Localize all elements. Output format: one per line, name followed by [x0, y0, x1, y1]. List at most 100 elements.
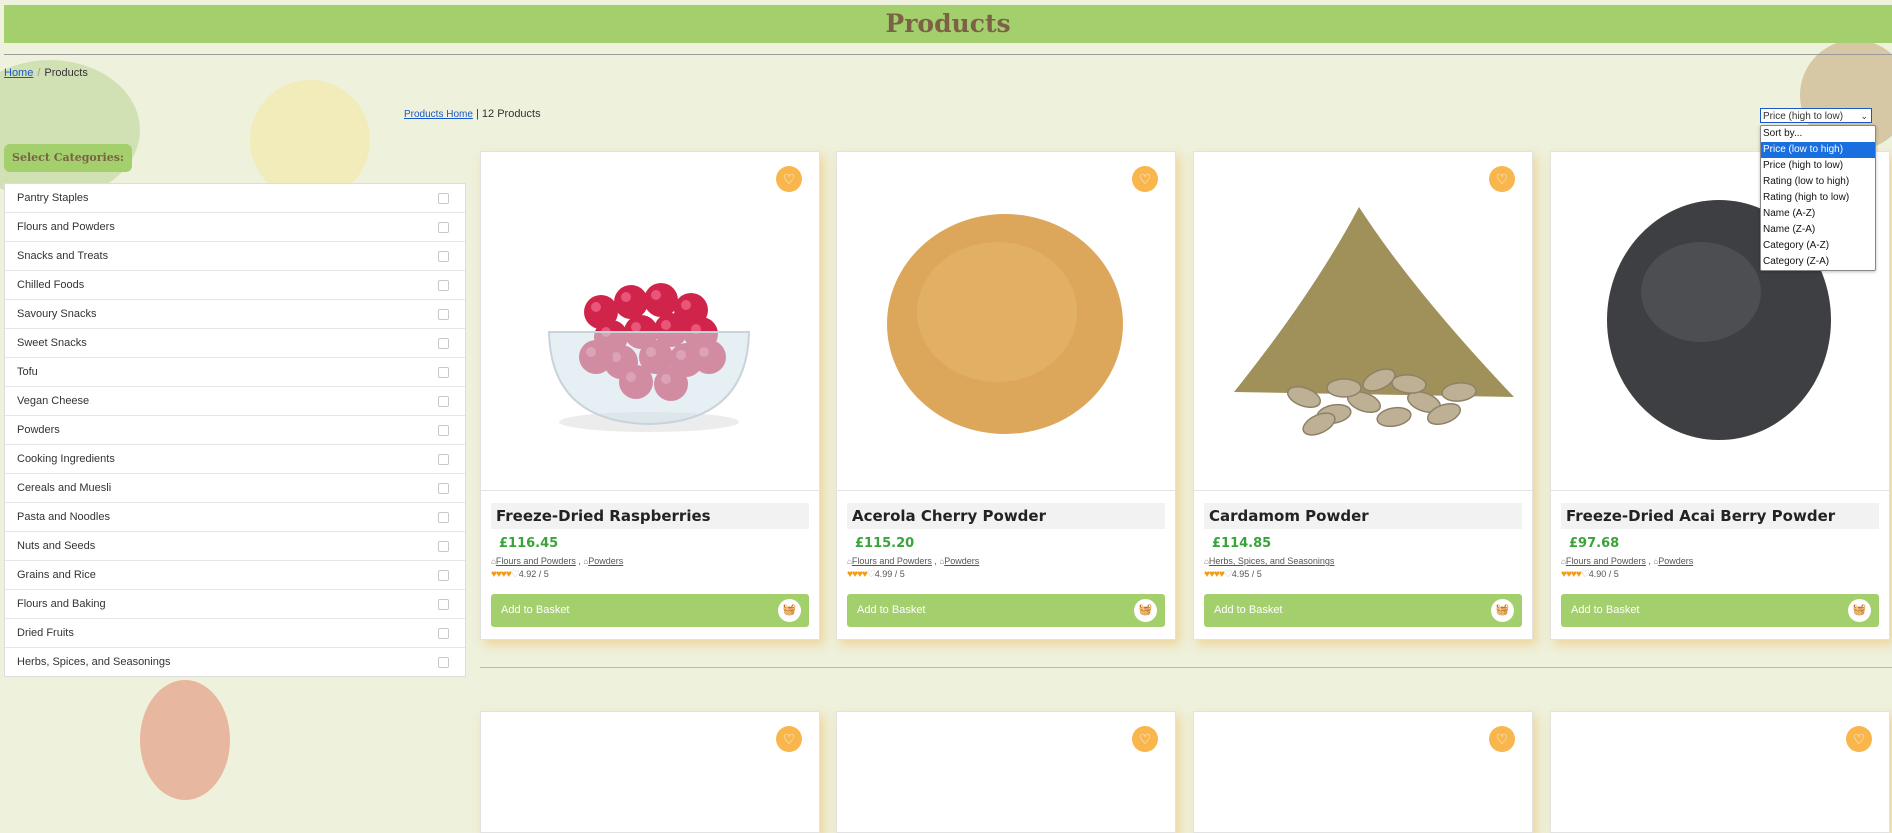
- category-checkbox[interactable]: [438, 570, 449, 581]
- sort-option[interactable]: Rating (high to low): [1761, 190, 1875, 206]
- product-name[interactable]: Cardamom Powder: [1204, 503, 1522, 529]
- sort-option[interactable]: Rating (low to high): [1761, 174, 1875, 190]
- category-checkbox[interactable]: [438, 251, 449, 262]
- category-item[interactable]: Powders: [5, 416, 465, 445]
- product-card[interactable]: ♡ Freeze-Dried Raspberries £116.45 ⌂Flours …: [480, 151, 820, 640]
- category-label: Herbs, Spices, and Seasonings: [17, 656, 171, 668]
- rating-text: 4.90 / 5: [1588, 569, 1619, 579]
- product-card[interactable]: ♡ Acerola Cherry Powder £115.20 ⌂Flours and…: [836, 151, 1176, 640]
- category-label: Dried Fruits: [17, 627, 74, 639]
- rating-text: 4.99 / 5: [874, 569, 905, 579]
- sort-option[interactable]: Sort by...: [1761, 126, 1875, 142]
- heart-icon[interactable]: ♡: [1489, 166, 1515, 192]
- category-checkbox[interactable]: [438, 309, 449, 320]
- heart-icon[interactable]: ♡: [1132, 726, 1158, 752]
- add-to-basket-button[interactable]: Add to Basket 🧺: [1561, 594, 1879, 627]
- sort-option[interactable]: Name (A-Z): [1761, 206, 1875, 222]
- product-card[interactable]: ♡: [480, 711, 820, 833]
- category-checkbox[interactable]: [438, 512, 449, 523]
- category-label: Vegan Cheese: [17, 395, 90, 407]
- category-item[interactable]: Flours and Powders: [5, 213, 465, 242]
- category-checkbox[interactable]: [438, 599, 449, 610]
- heart-icon[interactable]: ♡: [1846, 726, 1872, 752]
- star-icon: ♥♥♥♥♡: [491, 569, 520, 580]
- product-card[interactable]: ♡: [1550, 711, 1890, 833]
- sort-option[interactable]: Name (Z-A): [1761, 222, 1875, 238]
- background-lemon: [250, 80, 370, 200]
- listing-separator: |: [475, 108, 479, 120]
- category-checkbox[interactable]: [438, 425, 449, 436]
- category-checkbox[interactable]: [438, 396, 449, 407]
- tag-link[interactable]: Flours and Powders: [852, 556, 932, 566]
- breadcrumb-current: Products: [44, 67, 88, 79]
- category-item[interactable]: Tofu: [5, 358, 465, 387]
- category-item[interactable]: Cooking Ingredients: [5, 445, 465, 474]
- category-item[interactable]: Cereals and Muesli: [5, 474, 465, 503]
- heart-icon[interactable]: ♡: [1489, 726, 1515, 752]
- products-home-link[interactable]: Products Home: [404, 109, 473, 120]
- product-card[interactable]: ♡: [1193, 711, 1533, 833]
- category-item[interactable]: Savoury Snacks: [5, 300, 465, 329]
- heart-icon[interactable]: ♡: [1132, 166, 1158, 192]
- product-name[interactable]: Acerola Cherry Powder: [847, 503, 1165, 529]
- product-image[interactable]: [1194, 152, 1532, 490]
- product-name[interactable]: Freeze-Dried Acai Berry Powder: [1561, 503, 1879, 529]
- category-filter-list: Pantry Staples Flours and Powders Snacks a…: [4, 183, 466, 677]
- product-image[interactable]: [481, 152, 819, 490]
- category-item[interactable]: Dried Fruits: [5, 619, 465, 648]
- tag-link[interactable]: Herbs, Spices, and Seasonings: [1209, 556, 1335, 566]
- heart-icon[interactable]: ♡: [776, 166, 802, 192]
- category-item[interactable]: Flours and Baking: [5, 590, 465, 619]
- basket-icon: 🧺: [1134, 599, 1157, 622]
- star-icon: ♥♥♥♥♡: [1561, 569, 1590, 580]
- category-label: Flours and Baking: [17, 598, 106, 610]
- category-item[interactable]: Vegan Cheese: [5, 387, 465, 416]
- chevron-down-icon: ⌄: [1860, 111, 1868, 121]
- category-item[interactable]: Pantry Staples: [5, 184, 465, 213]
- category-checkbox[interactable]: [438, 628, 449, 639]
- sort-option[interactable]: Category (A-Z): [1761, 238, 1875, 254]
- category-checkbox[interactable]: [438, 193, 449, 204]
- product-image[interactable]: [837, 152, 1175, 490]
- category-checkbox[interactable]: [438, 367, 449, 378]
- sort-option[interactable]: Price (high to low): [1761, 158, 1875, 174]
- category-checkbox[interactable]: [438, 454, 449, 465]
- category-item[interactable]: Chilled Foods: [5, 271, 465, 300]
- add-to-basket-button[interactable]: Add to Basket 🧺: [847, 594, 1165, 627]
- product-card[interactable]: ♡: [836, 711, 1176, 833]
- category-checkbox[interactable]: [438, 222, 449, 233]
- product-name[interactable]: Freeze-Dried Raspberries: [491, 503, 809, 529]
- sort-selected-value: Price (high to low): [1763, 111, 1844, 122]
- tag-link[interactable]: Flours and Powders: [496, 556, 576, 566]
- category-checkbox[interactable]: [438, 541, 449, 552]
- tag-link[interactable]: Powders: [1658, 556, 1693, 566]
- tag-link[interactable]: Flours and Powders: [1566, 556, 1646, 566]
- category-item[interactable]: Sweet Snacks: [5, 329, 465, 358]
- category-checkbox[interactable]: [438, 657, 449, 668]
- category-checkbox[interactable]: [438, 483, 449, 494]
- category-checkbox[interactable]: [438, 280, 449, 291]
- category-checkbox[interactable]: [438, 338, 449, 349]
- category-item[interactable]: Grains and Rice: [5, 561, 465, 590]
- category-item[interactable]: Herbs, Spices, and Seasonings: [5, 648, 465, 676]
- product-card[interactable]: ♡ Cardamom Powder £114.85 ⌂Herbs, Spices, a…: [1193, 151, 1533, 640]
- card-divider: [481, 490, 819, 491]
- breadcrumb-home-link[interactable]: Home: [4, 67, 33, 79]
- category-item[interactable]: Snacks and Treats: [5, 242, 465, 271]
- basket-icon: 🧺: [1491, 599, 1514, 622]
- tag-link[interactable]: Powders: [944, 556, 979, 566]
- add-to-basket-button[interactable]: Add to Basket 🧺: [1204, 594, 1522, 627]
- add-to-basket-button[interactable]: Add to Basket 🧺: [491, 594, 809, 627]
- tag-link[interactable]: Powders: [588, 556, 623, 566]
- category-item[interactable]: Pasta and Noodles: [5, 503, 465, 532]
- sort-option[interactable]: Category (Z-A): [1761, 254, 1875, 270]
- sort-select[interactable]: Price (high to low) ⌄: [1760, 108, 1872, 123]
- star-icon: ♥♥♥♥♡: [847, 569, 876, 580]
- sort-option[interactable]: Price (low to high): [1761, 142, 1875, 158]
- category-item[interactable]: Nuts and Seeds: [5, 532, 465, 561]
- basket-icon: 🧺: [778, 599, 801, 622]
- breadcrumb: Home / Products: [4, 67, 88, 79]
- category-label: Flours and Powders: [17, 221, 115, 233]
- category-label: Savoury Snacks: [17, 308, 97, 320]
- heart-icon[interactable]: ♡: [776, 726, 802, 752]
